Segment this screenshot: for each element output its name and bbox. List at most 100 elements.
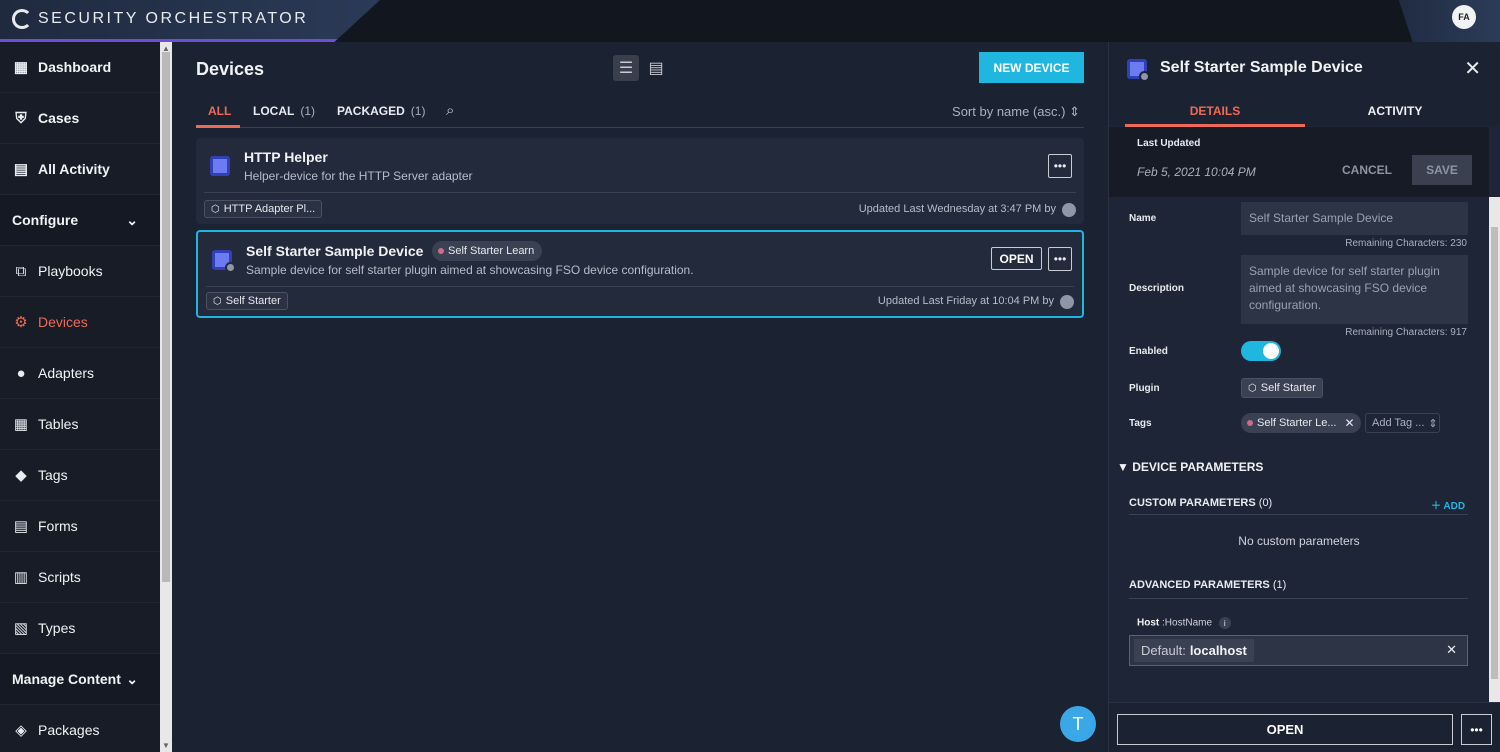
plugin-name: Self Starter: [1260, 382, 1316, 394]
default-value: localhost: [1189, 643, 1247, 658]
section-divider: [1129, 598, 1468, 599]
more-options-button[interactable]: •••: [1048, 154, 1072, 178]
sidebar: ▦ Dashboard ⛨ Cases ▤ All Activity Confi…: [0, 42, 160, 752]
sidebar-item-all-activity[interactable]: ▤ All Activity: [0, 144, 160, 195]
sidebar-item-devices[interactable]: ⚙ Devices: [0, 297, 160, 348]
plugin-pill[interactable]: ⬡ HTTP Adapter Pl...: [204, 200, 323, 218]
form-icon: ▤: [13, 518, 29, 535]
list-view-button[interactable]: ☰: [613, 55, 639, 81]
description-field[interactable]: Sample device for self starter plugin ai…: [1241, 255, 1468, 324]
sidebar-item-types[interactable]: ▧ Types: [0, 603, 160, 654]
plus-icon: ＋: [1431, 501, 1441, 512]
default-prefix: Default:: [1141, 643, 1186, 658]
plugin-pill[interactable]: ⬡ Self Starter: [206, 292, 288, 310]
remove-tag-icon[interactable]: ✕: [1344, 416, 1354, 430]
plugin-name: Self Starter: [225, 295, 281, 307]
tab-details[interactable]: DETAILS: [1125, 104, 1305, 118]
sidebar-item-packages[interactable]: ◈ Packages: [0, 705, 160, 752]
scrollbar-thumb[interactable]: [1491, 227, 1498, 679]
enabled-label: Enabled: [1129, 346, 1168, 357]
more-options-button[interactable]: •••: [1461, 714, 1492, 745]
cancel-button[interactable]: CANCEL: [1337, 155, 1397, 185]
plugin-pill[interactable]: ⬡ Self Starter: [1241, 378, 1323, 398]
sidebar-item-forms[interactable]: ▤ Forms: [0, 501, 160, 552]
enabled-toggle[interactable]: [1241, 341, 1281, 361]
no-custom-params-text: No custom parameters: [1238, 534, 1360, 548]
tab-packaged[interactable]: PACKAGED (1): [337, 104, 425, 118]
sort-dropdown[interactable]: Sort by name (asc.) ⇕: [952, 104, 1080, 120]
panel-header: Self Starter Sample Device ✕ DETAILS ACT…: [1109, 42, 1500, 127]
sidebar-item-tags[interactable]: ◆ Tags: [0, 450, 160, 501]
table-view-icon: ▤: [648, 60, 664, 77]
tab-count: (1): [300, 104, 315, 118]
clear-icon[interactable]: ✕: [1446, 642, 1457, 658]
panel-scrollbar[interactable]: [1489, 197, 1500, 702]
tab-label: LOCAL: [253, 104, 295, 118]
chevron-down-icon: ⌄: [126, 211, 138, 228]
sidebar-item-label: Playbooks: [38, 263, 103, 279]
tab-all[interactable]: ALL: [208, 104, 231, 118]
top-bar: SECURITY ORCHESTRATOR FA: [0, 0, 1500, 42]
chip-icon: [210, 156, 230, 176]
sidebar-section-manage-content[interactable]: Manage Content ⌄: [0, 654, 160, 705]
sidebar-item-tables[interactable]: ▦ Tables: [0, 399, 160, 450]
description-remaining: Remaining Characters: 917: [1345, 327, 1467, 338]
sidebar-item-playbooks[interactable]: ⧉ Playbooks: [0, 246, 160, 297]
plugin-badge-icon: [225, 262, 236, 273]
section-divider: [1129, 514, 1468, 515]
sidebar-section-configure[interactable]: Configure ⌄: [0, 195, 160, 246]
device-parameters-toggle[interactable]: ▼ DEVICE PARAMETERS: [1117, 460, 1263, 474]
user-icon: [1062, 203, 1076, 217]
avatar[interactable]: FA: [1452, 5, 1476, 29]
chip-icon: ⚙: [14, 314, 28, 331]
sidebar-item-dashboard[interactable]: ▦ Dashboard: [0, 42, 160, 93]
tag-icon: ◆: [15, 467, 27, 484]
package-icon: ⬡: [213, 295, 222, 307]
tab-activity[interactable]: ACTIVITY: [1305, 104, 1485, 118]
device-description: Helper-device for the HTTP Server adapte…: [244, 169, 473, 183]
tab-local[interactable]: LOCAL (1): [253, 104, 315, 118]
open-button[interactable]: OPEN: [991, 247, 1042, 270]
sidebar-item-label: Devices: [38, 314, 88, 330]
host-type: :HostName: [1162, 617, 1213, 629]
user-icon: [1060, 295, 1074, 309]
tag-color-dot: [438, 248, 444, 254]
sidebar-item-cases[interactable]: ⛨ Cases: [0, 93, 160, 144]
assistant-fab-button[interactable]: T: [1060, 706, 1096, 742]
table-view-button[interactable]: ▤: [643, 55, 669, 81]
new-device-button[interactable]: NEW DEVICE: [979, 52, 1084, 83]
sidebar-scrollbar[interactable]: ▲ ▼: [160, 42, 172, 752]
updated-text: Updated Last Wednesday at 3:47 PM by: [858, 203, 1056, 215]
scrollbar-thumb[interactable]: [162, 52, 170, 582]
card-divider: [206, 286, 1074, 287]
host-field[interactable]: Default: localhost ✕: [1129, 635, 1468, 666]
panel-footer: OPEN •••: [1109, 702, 1500, 752]
save-button[interactable]: SAVE: [1412, 155, 1472, 185]
package-icon: ⬡: [211, 203, 220, 215]
sidebar-item-adapters[interactable]: ● Adapters: [0, 348, 160, 399]
name-label: Name: [1129, 213, 1157, 224]
caret-down-icon: ▼: [1117, 460, 1129, 474]
info-icon[interactable]: i: [1218, 617, 1231, 629]
scroll-down-arrow-icon[interactable]: ▼: [162, 741, 170, 750]
types-icon: ▧: [13, 620, 29, 637]
section-label: CUSTOM PARAMETERS: [1129, 497, 1256, 509]
sort-arrows-icon: ⇕: [1069, 104, 1080, 119]
open-button[interactable]: OPEN: [1117, 714, 1453, 745]
add-parameter-button[interactable]: ＋ ADD: [1431, 497, 1465, 512]
device-card-self-starter[interactable]: Self Starter Sample Device Self Starter …: [196, 230, 1084, 318]
brand[interactable]: SECURITY ORCHESTRATOR: [0, 0, 380, 42]
close-icon[interactable]: ✕: [1464, 56, 1481, 81]
device-detail-panel: Self Starter Sample Device ✕ DETAILS ACT…: [1108, 42, 1500, 752]
sidebar-item-scripts[interactable]: ▥ Scripts: [0, 552, 160, 603]
name-field[interactable]: Self Starter Sample Device: [1241, 202, 1468, 235]
chevron-down-icon: ⌄: [126, 670, 138, 687]
more-options-button[interactable]: •••: [1048, 247, 1072, 271]
add-tag-select[interactable]: Add Tag ... ⇕: [1365, 413, 1440, 433]
activity-chart-icon: ▤: [13, 161, 29, 178]
host-default-chip: Default: localhost: [1134, 639, 1254, 662]
search-icon[interactable]: ⌕: [446, 102, 454, 119]
package-icon: ⬡: [1248, 382, 1257, 394]
shield-check-icon: ⛨: [15, 109, 27, 127]
device-card-http-helper[interactable]: HTTP Helper Helper-device for the HTTP S…: [196, 138, 1084, 224]
